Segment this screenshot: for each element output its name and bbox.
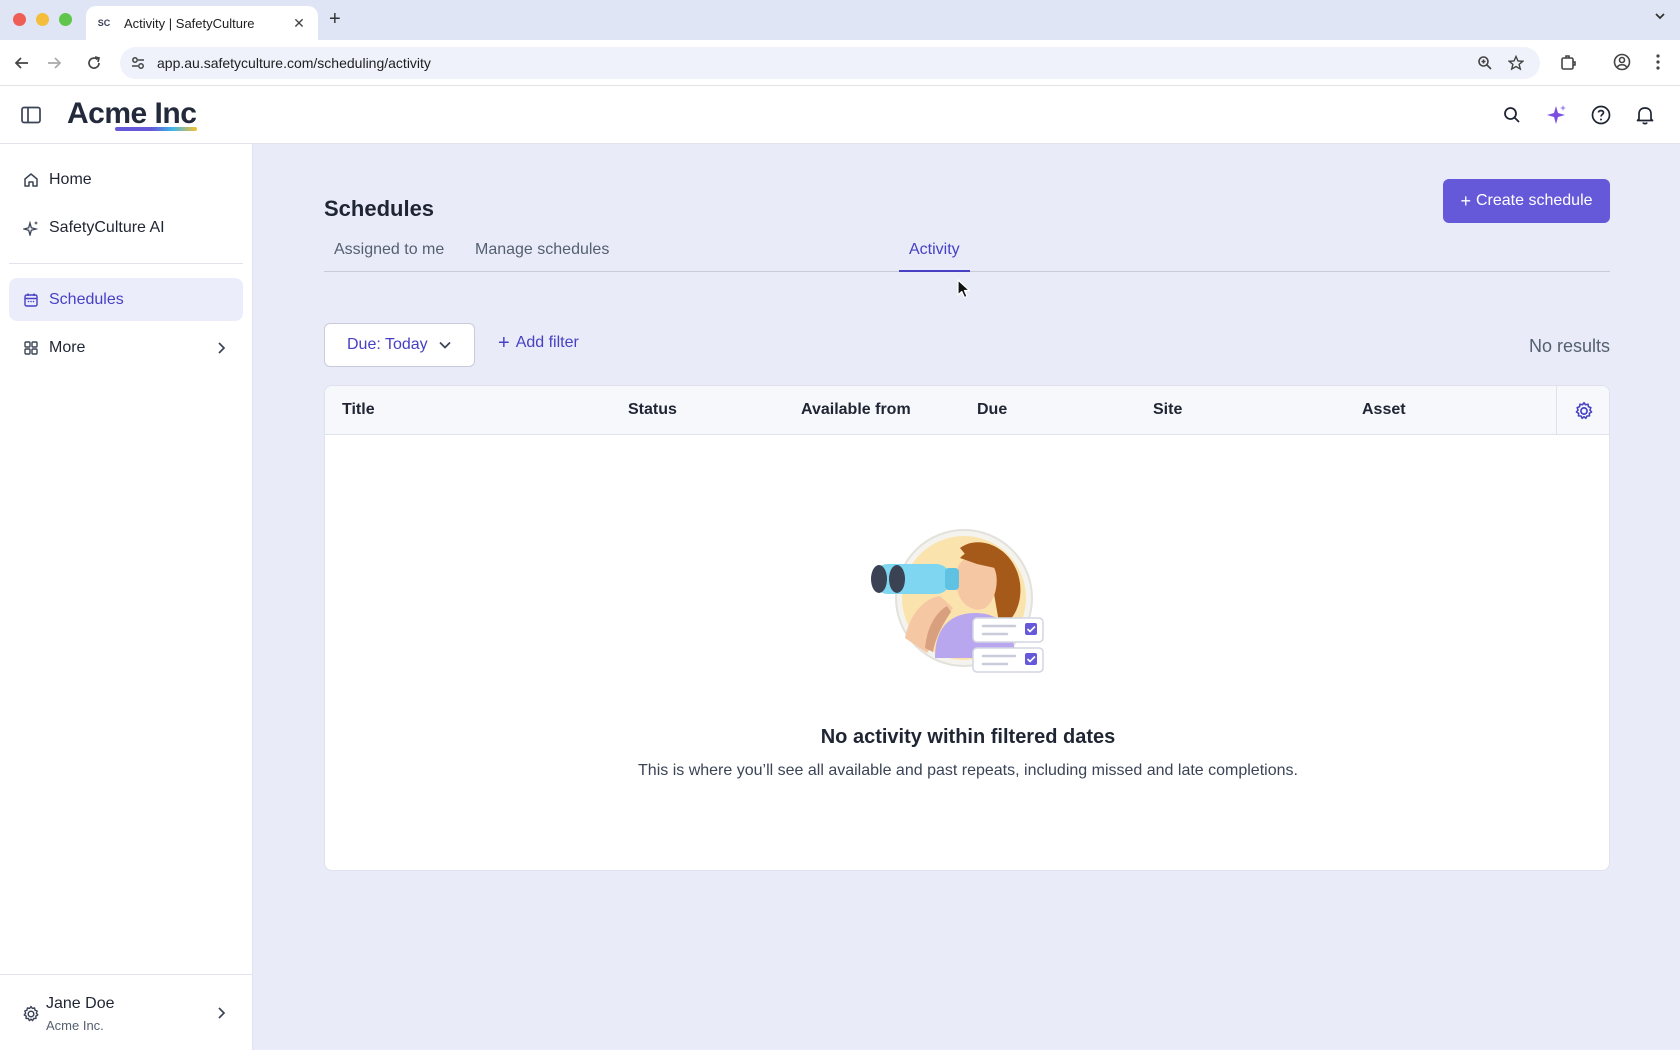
sidebar-divider <box>9 263 243 264</box>
tab-activity[interactable]: Activity <box>899 238 970 272</box>
create-schedule-button[interactable]: + Create schedule <box>1443 179 1610 223</box>
zoom-icon[interactable] <box>1477 55 1493 71</box>
company-logo[interactable]: Acme Inc <box>67 97 197 131</box>
browser-toolbar: app.au.safetyculture.com/scheduling/acti… <box>0 40 1680 86</box>
notifications-bell-icon[interactable] <box>1634 104 1656 126</box>
sidebar-item-label: SafetyCulture AI <box>49 219 165 236</box>
home-icon <box>22 171 40 189</box>
safetyculture-favicon-icon: SC <box>97 18 111 28</box>
empty-state-title: No activity within filtered dates <box>820 726 1116 748</box>
binoculars-illustration <box>871 529 1044 673</box>
browser-tab-strip: SC Activity | SafetyCulture ✕ + <box>0 0 1680 40</box>
sidebar-item-home[interactable]: Home <box>9 159 243 201</box>
ai-sparkle-icon[interactable] <box>1545 104 1567 126</box>
tab-search-chevron-icon[interactable] <box>1654 10 1666 25</box>
mouse-cursor-icon <box>957 279 971 299</box>
empty-state-description: This is where you’ll see all available a… <box>638 762 1298 779</box>
sidebar: Home SafetyCulture AI Schedules More Jan… <box>0 144 253 1050</box>
site-settings-icon[interactable] <box>130 55 146 71</box>
window-minimize-button[interactable] <box>36 13 49 26</box>
add-filter-button[interactable]: + Add filter <box>498 332 579 354</box>
chevron-right-icon <box>218 342 226 354</box>
user-profile-menu[interactable]: Jane Doe Acme Inc. <box>0 974 253 1050</box>
column-header-status[interactable]: Status <box>628 401 677 419</box>
reload-icon[interactable] <box>83 52 105 74</box>
profile-avatar-icon[interactable] <box>1612 52 1632 72</box>
app-header: Acme Inc <box>0 86 1680 144</box>
logo-underline <box>115 127 197 131</box>
due-filter-dropdown[interactable]: Due: Today <box>324 323 475 367</box>
window-close-button[interactable] <box>13 13 26 26</box>
tab-assigned-to-me[interactable]: Assigned to me <box>324 238 454 272</box>
browser-tab-title: Activity | SafetyCulture <box>124 15 255 31</box>
column-header-available-from[interactable]: Available from <box>801 401 911 419</box>
sidebar-item-schedules[interactable]: Schedules <box>9 278 243 321</box>
settings-gear-icon <box>1575 401 1593 419</box>
calendar-icon <box>22 291 40 309</box>
address-bar[interactable]: app.au.safetyculture.com/scheduling/acti… <box>120 47 1540 79</box>
user-name: Jane Doe <box>46 995 115 1012</box>
column-header-asset[interactable]: Asset <box>1362 401 1406 419</box>
back-arrow-icon[interactable] <box>11 52 33 74</box>
chevron-right-icon <box>218 1007 226 1019</box>
table-settings-button[interactable] <box>1556 386 1609 435</box>
sidebar-item-safetyculture-ai[interactable]: SafetyCulture AI <box>9 207 243 249</box>
results-count: No results <box>1528 336 1610 356</box>
tab-manage-schedules[interactable]: Manage schedules <box>465 238 619 272</box>
browser-tab[interactable]: SC Activity | SafetyCulture ✕ <box>86 6 318 40</box>
sparkle-icon <box>22 219 40 237</box>
url-text[interactable]: app.au.safetyculture.com/scheduling/acti… <box>157 55 431 71</box>
tab-close-icon[interactable]: ✕ <box>290 15 308 32</box>
plus-icon: + <box>498 332 510 354</box>
create-schedule-label: Create schedule <box>1476 192 1593 209</box>
add-filter-label: Add filter <box>515 334 579 351</box>
sidebar-item-more[interactable]: More <box>9 327 243 369</box>
chevron-down-icon <box>439 341 451 349</box>
table-header: Title Status Available from Due Site Ass… <box>325 386 1609 435</box>
sidebar-toggle-icon[interactable] <box>21 106 41 124</box>
sidebar-item-label: More <box>49 339 86 356</box>
column-header-due[interactable]: Due <box>977 401 1007 419</box>
help-icon[interactable] <box>1590 104 1612 126</box>
browser-menu-kebab-icon[interactable] <box>1648 52 1668 72</box>
forward-arrow-icon[interactable] <box>43 52 65 74</box>
schedule-tabs: Assigned to me Manage schedules Activity <box>324 238 1610 272</box>
activity-table: Title Status Available from Due Site Ass… <box>324 385 1610 871</box>
sidebar-item-label: Home <box>49 171 92 188</box>
extensions-puzzle-icon[interactable] <box>1558 52 1578 72</box>
sidebar-item-label: Schedules <box>49 290 124 308</box>
bookmark-star-icon[interactable] <box>1508 55 1524 71</box>
due-filter-label: Due: Today <box>347 336 428 353</box>
window-zoom-button[interactable] <box>59 13 72 26</box>
user-organization: Acme Inc. <box>46 1018 104 1033</box>
search-icon[interactable] <box>1501 104 1523 126</box>
new-tab-plus-icon[interactable]: + <box>329 8 341 31</box>
page-title: Schedules <box>324 196 435 221</box>
column-header-title[interactable]: Title <box>342 401 375 419</box>
column-header-site[interactable]: Site <box>1153 401 1182 419</box>
gear-icon <box>23 1005 39 1022</box>
grid-icon <box>22 339 40 357</box>
plus-icon: + <box>1460 190 1471 211</box>
